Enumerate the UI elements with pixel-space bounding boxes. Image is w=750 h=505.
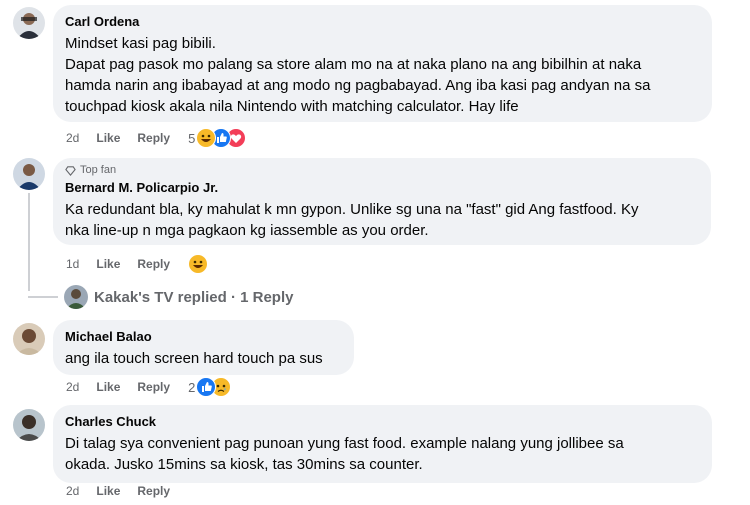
comment-timestamp[interactable]: 2d	[66, 380, 79, 394]
avatar[interactable]	[13, 158, 45, 190]
like-button[interactable]: Like	[96, 380, 120, 394]
comment-bubble: Top fan Bernard M. Policarpio Jr. Ka red…	[53, 158, 711, 245]
comment-actions: 2d Like Reply 5	[66, 128, 247, 148]
reaction-summary[interactable]	[196, 377, 232, 397]
like-icon	[196, 377, 217, 397]
comment-bubble: Charles Chuck Di talag sya convenient pa…	[53, 405, 712, 483]
comment-actions: 2d Like Reply	[66, 482, 188, 500]
comment-bubble: Carl Ordena Mindset kasi pag bibili. Dap…	[53, 5, 712, 122]
replies-link-text: Kakak's TV replied · 1 Reply	[94, 288, 294, 306]
haha-icon	[196, 128, 217, 148]
like-button[interactable]: Like	[96, 131, 120, 145]
top-fan-label: Top fan	[80, 164, 117, 176]
reply-thread-line	[28, 193, 30, 291]
diamond-icon	[65, 165, 76, 176]
comment-text-line: Mindset kasi pag bibili.	[65, 35, 216, 52]
avatar[interactable]	[13, 409, 45, 441]
avatar[interactable]	[13, 323, 45, 355]
reply-button[interactable]: Reply	[137, 380, 170, 394]
comment-author[interactable]: Carl Ordena	[65, 13, 700, 30]
comment-text: ang ila touch screen hard touch pa sus	[65, 350, 323, 367]
view-replies-link[interactable]: Kakak's TV replied · 1 Reply	[64, 285, 293, 309]
comment-timestamp[interactable]: 2d	[66, 484, 79, 498]
comment-timestamp[interactable]: 2d	[66, 131, 79, 145]
reply-button[interactable]: Reply	[137, 484, 170, 498]
comment-text: Di talag sya convenient pag punoan yung …	[65, 435, 624, 473]
top-fan-badge[interactable]: Top fan	[65, 163, 699, 177]
comment-actions: 1d Like Reply	[66, 254, 209, 274]
like-button[interactable]: Like	[96, 484, 120, 498]
avatar[interactable]	[13, 7, 45, 39]
comment-actions: 2d Like Reply 2	[66, 377, 232, 397]
reply-button[interactable]: Reply	[137, 131, 170, 145]
comment-bubble: Michael Balao ang ila touch screen hard …	[53, 320, 354, 375]
comment-text: Mindset kasi pag bibili. Dapat pag pasok…	[65, 33, 700, 117]
comment-text: Ka redundant bla, ky mahulat k mn gypon.…	[65, 201, 639, 239]
comment-author[interactable]: Michael Balao	[65, 328, 342, 345]
reaction-summary[interactable]	[196, 128, 247, 148]
reaction-count[interactable]: 5	[188, 131, 195, 146]
reaction-count[interactable]: 2	[188, 380, 195, 395]
comment-timestamp[interactable]: 1d	[66, 257, 79, 271]
comment-text-line: Dapat pag pasok mo palang sa store alam …	[65, 56, 651, 115]
comment-author[interactable]: Charles Chuck	[65, 413, 700, 430]
like-button[interactable]: Like	[96, 257, 120, 271]
comment-author[interactable]: Bernard M. Policarpio Jr.	[65, 179, 699, 196]
reply-button[interactable]: Reply	[137, 257, 170, 271]
haha-icon	[188, 254, 209, 274]
reaction-summary[interactable]	[188, 254, 209, 274]
avatar	[64, 285, 88, 309]
reply-thread-connector	[28, 296, 58, 298]
